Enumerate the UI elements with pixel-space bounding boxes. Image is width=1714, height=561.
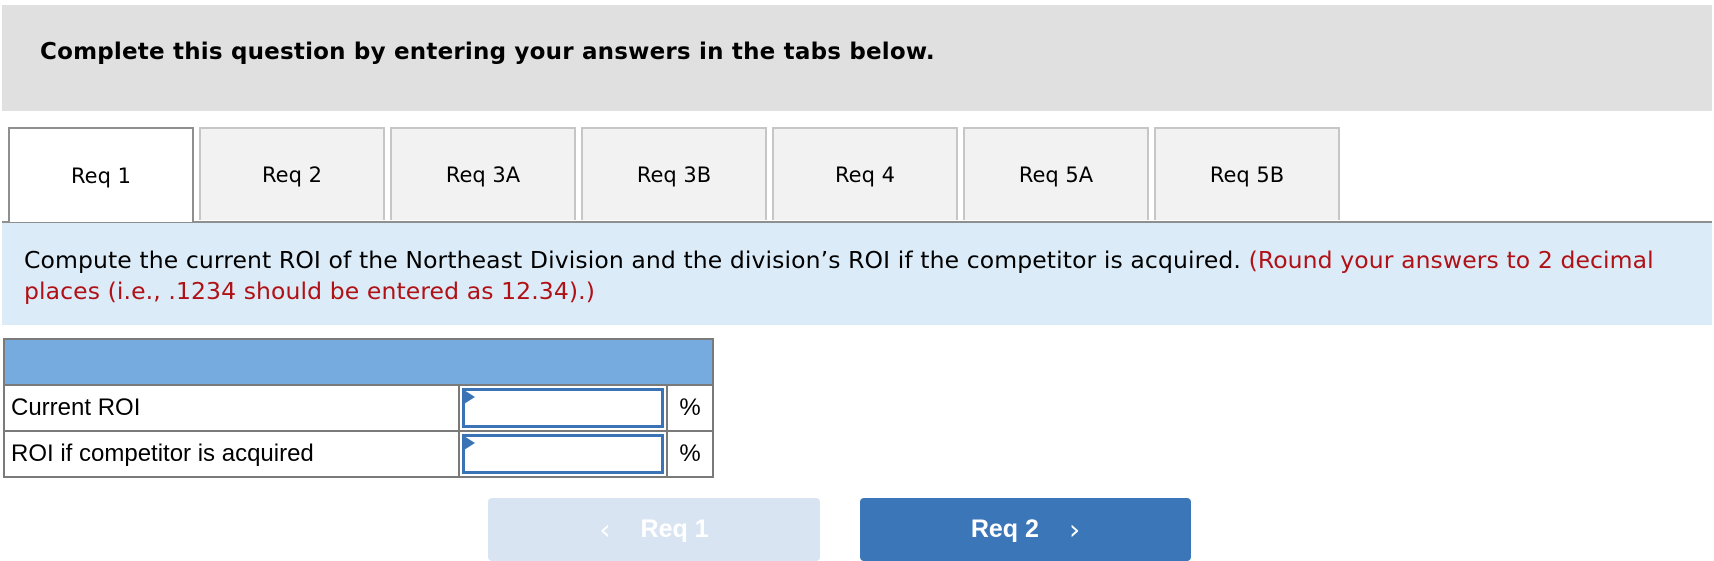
prev-req-button[interactable]: ‹ Req 1 xyxy=(488,498,820,561)
tab-req-3b[interactable]: Req 3B xyxy=(581,127,767,220)
instruction-main: Compute the current ROI of the Northeast… xyxy=(24,246,1241,274)
tab-req-3a[interactable]: Req 3A xyxy=(390,127,576,220)
instructions-header: Complete this question by entering your … xyxy=(2,5,1712,111)
next-req-button[interactable]: Req 2 › xyxy=(860,498,1191,561)
input-cell xyxy=(458,384,668,432)
table-row: ROI if competitor is acquired % xyxy=(3,430,714,478)
unit-label: % xyxy=(666,384,714,432)
prev-button-label: Req 1 xyxy=(640,515,709,543)
tab-label: Req 2 xyxy=(262,162,322,187)
tab-req-5a[interactable]: Req 5A xyxy=(963,127,1149,220)
input-marker-icon xyxy=(464,436,475,450)
acquired-roi-input[interactable] xyxy=(462,434,664,474)
chevron-right-icon: › xyxy=(1068,513,1081,546)
table-row: Current ROI % xyxy=(3,384,714,432)
instruction-text: Compute the current ROI of the Northeast… xyxy=(24,245,1704,307)
input-cell xyxy=(458,430,668,478)
tab-label: Req 4 xyxy=(835,162,895,187)
tab-req-1[interactable]: Req 1 xyxy=(8,127,194,222)
input-marker-icon xyxy=(464,390,475,404)
tab-label: Req 3A xyxy=(445,162,521,187)
tab-label: Req 3B xyxy=(636,162,712,187)
requirement-tabs: Req 1 Req 2 Req 3A Req 3B Req 4 Req 5A R… xyxy=(8,127,1345,222)
row-label: ROI if competitor is acquired xyxy=(3,430,460,478)
answer-table: Current ROI % ROI if competitor is acqui… xyxy=(3,338,714,478)
tab-label: Req 5B xyxy=(1209,162,1285,187)
tab-label: Req 5A xyxy=(1018,162,1094,187)
tab-req-5b[interactable]: Req 5B xyxy=(1154,127,1340,220)
tab-label: Req 1 xyxy=(71,163,131,188)
table-header-row xyxy=(3,338,714,386)
question-instructions: Compute the current ROI of the Northeast… xyxy=(2,223,1712,325)
next-button-label: Req 2 xyxy=(970,515,1039,543)
table-header xyxy=(3,338,714,386)
current-roi-input[interactable] xyxy=(462,388,664,428)
unit-label: % xyxy=(666,430,714,478)
row-label: Current ROI xyxy=(3,384,460,432)
tab-req-4[interactable]: Req 4 xyxy=(772,127,958,220)
header-title: Complete this question by entering your … xyxy=(40,39,935,65)
tab-req-2[interactable]: Req 2 xyxy=(199,127,385,220)
chevron-left-icon: ‹ xyxy=(599,513,611,546)
